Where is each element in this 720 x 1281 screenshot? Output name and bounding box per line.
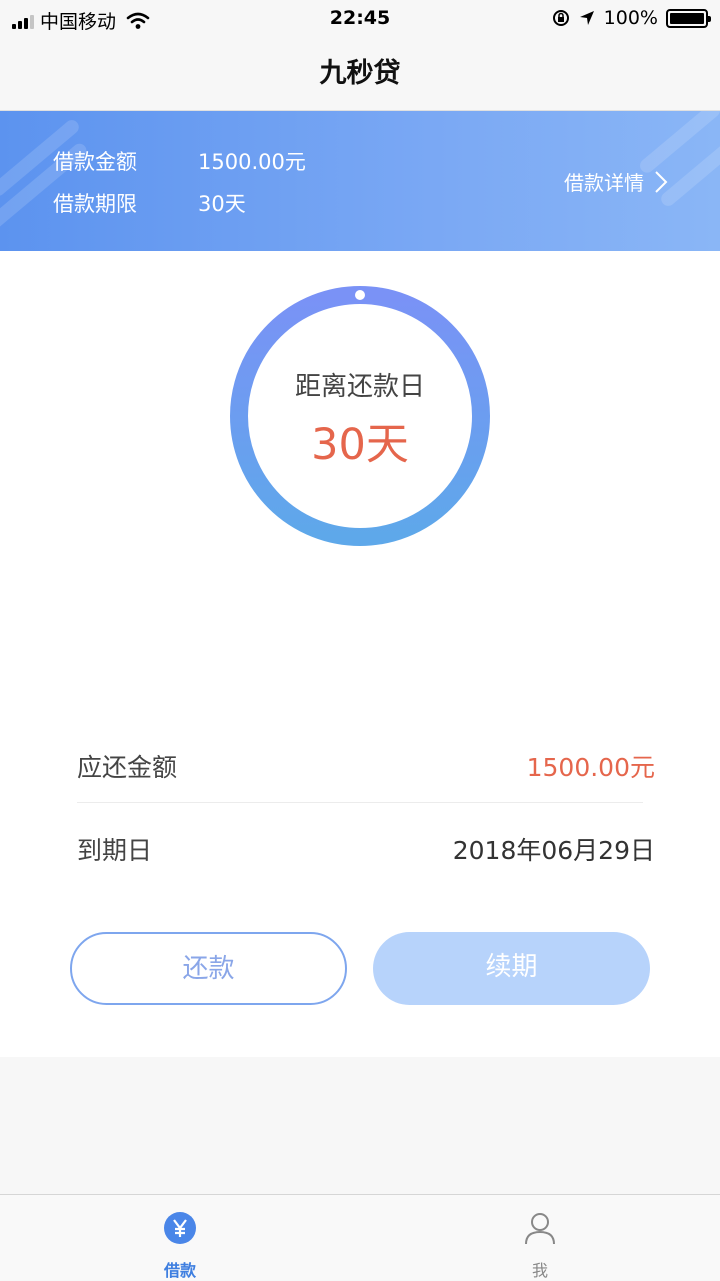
due-date-value: 2018年06月29日 (452, 836, 655, 865)
battery-percent: 100% (603, 7, 658, 29)
repay-button[interactable]: 还款 (70, 932, 347, 1005)
status-right: 100% (552, 7, 711, 29)
loan-summary-banner: 借款金额 1500.00元 借款期限 30天 借款详情 (0, 111, 720, 251)
divider (77, 802, 643, 803)
tab-bar: 借款 我 (0, 1194, 720, 1280)
due-date-row: 到期日 2018年06月29日 (77, 831, 655, 867)
tab-me[interactable]: 我 (360, 1195, 720, 1281)
yen-circle-icon (164, 1212, 196, 1244)
loan-amount-value: 1500.00元 (198, 150, 306, 174)
loan-amount-row: 借款金额 1500.00元 (53, 146, 306, 176)
due-amount-value: 1500.00元 (526, 753, 655, 782)
countdown-label: 距离还款日 (294, 372, 425, 402)
due-amount-row: 应还金额 1500.00元 (77, 748, 655, 784)
tab-me-label: 我 (531, 1261, 548, 1280)
loan-detail-label: 借款详情 (564, 171, 644, 195)
status-bar: 中国移动 22:45 100% (0, 0, 720, 36)
battery-icon (666, 8, 711, 28)
renew-button[interactable]: 续期 (373, 932, 650, 1005)
loan-term-row: 借款期限 30天 (53, 188, 246, 218)
loan-term-value: 30天 (198, 192, 246, 216)
countdown-text: 距离还款日 30天 (228, 284, 492, 548)
countdown-ring: 距离还款日 30天 (228, 284, 492, 548)
chevron-right-icon (655, 170, 668, 193)
tab-loan-label: 借款 (163, 1261, 196, 1280)
person-icon (525, 1213, 555, 1245)
countdown-days: 30天 (311, 420, 409, 470)
loan-term-label: 借款期限 (53, 192, 137, 216)
repayment-card: 距离还款日 30天 应还金额 1500.00元 到期日 2018年06月29日 … (0, 251, 720, 1057)
due-date-label: 到期日 (77, 836, 153, 865)
rotation-lock-icon (552, 10, 569, 26)
location-icon (579, 11, 594, 25)
loan-detail-link[interactable]: 借款详情 (564, 167, 668, 196)
page-title: 九秒贷 (319, 58, 401, 89)
loan-amount-label: 借款金额 (53, 150, 137, 174)
tab-loan[interactable]: 借款 (0, 1195, 360, 1281)
due-amount-label: 应还金额 (77, 753, 178, 782)
nav-bar: 九秒贷 (0, 36, 720, 111)
